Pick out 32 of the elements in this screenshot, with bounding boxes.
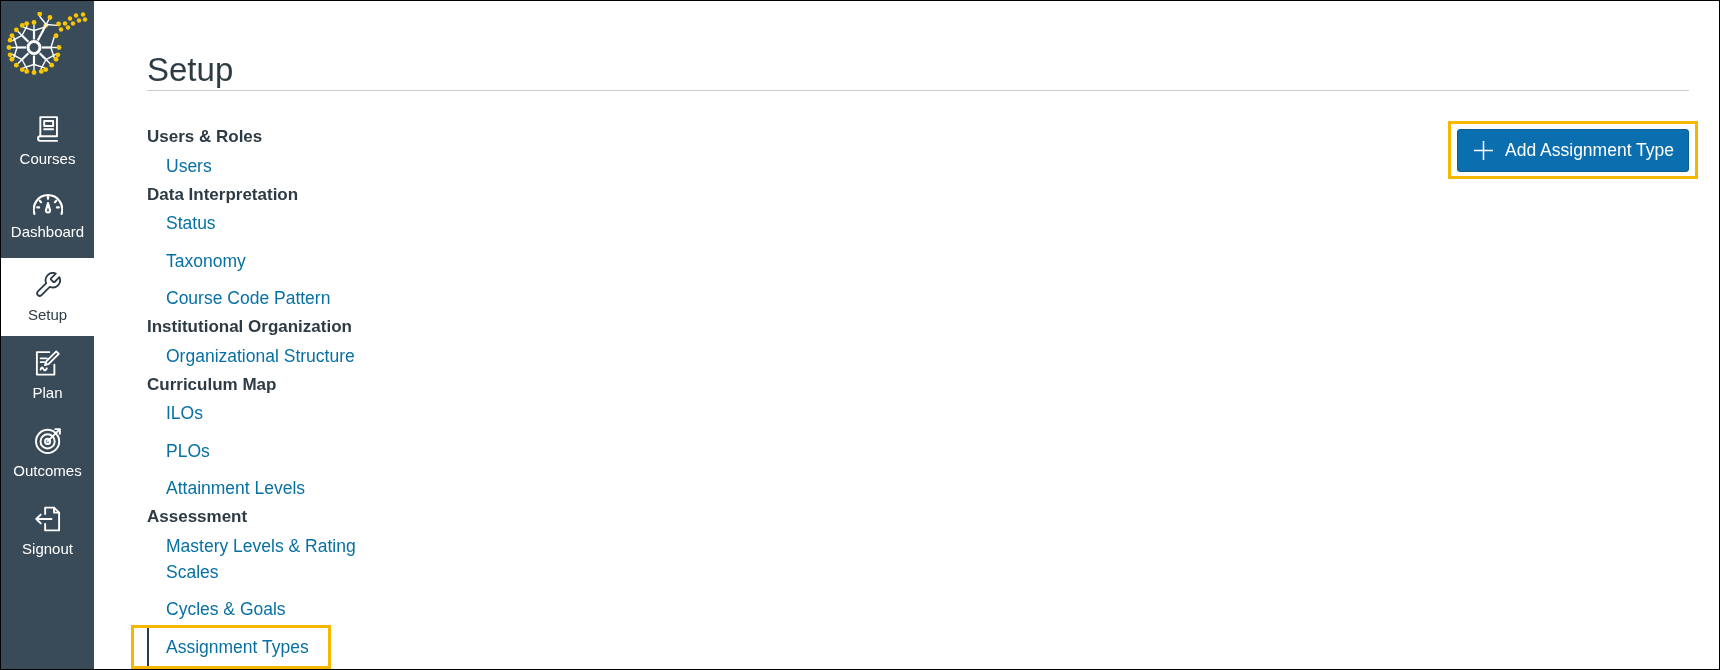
add-assignment-type-button[interactable]: Add Assignment Type: [1457, 129, 1689, 172]
sidebar-item[interactable]: Outcomes: [1, 414, 94, 492]
sidebar-item[interactable]: Plan: [1, 336, 94, 414]
section-heading: Institutional Organization: [147, 317, 352, 337]
setup-link[interactable]: Taxonomy: [147, 242, 246, 280]
page-arrow-icon: [34, 506, 61, 532]
setup-link[interactable]: ILOs: [147, 394, 203, 432]
document-pencil-icon: [35, 350, 60, 376]
setup-link[interactable]: Attainment Levels: [147, 469, 306, 507]
book-icon: [37, 116, 58, 142]
dandelion-logo-icon: [6, 12, 88, 75]
setup-link[interactable]: PLOs: [147, 432, 210, 470]
sidebar-item[interactable]: Signout: [1, 492, 94, 570]
sidebar-item[interactable]: Setup: [1, 258, 94, 336]
page-title: Setup: [147, 50, 234, 90]
gauge-icon: [32, 194, 63, 215]
target-icon: [34, 428, 61, 454]
section-heading: Users & Roles: [147, 127, 263, 147]
section-heading: Curriculum Map: [147, 374, 277, 395]
setup-link[interactable]: Assignment Types: [147, 628, 309, 666]
sidebar-item[interactable]: Dashboard: [1, 180, 94, 258]
sidebar-item[interactable]: Courses: [1, 102, 94, 180]
setup-link[interactable]: Status: [147, 204, 216, 242]
plus-icon: [1474, 141, 1494, 160]
wrench-icon: [34, 272, 61, 298]
setup-link[interactable]: Organizational Structure: [147, 337, 355, 375]
setup-link[interactable]: Mastery Levels & Rating Scales: [147, 527, 369, 591]
setup-link[interactable]: Cycles & Goals: [147, 590, 286, 628]
setup-link[interactable]: Course Code Pattern: [147, 279, 331, 317]
section-heading: Assessment: [147, 507, 248, 527]
setup-link[interactable]: Users: [147, 147, 212, 185]
section-heading: Data Interpretation: [147, 184, 299, 205]
